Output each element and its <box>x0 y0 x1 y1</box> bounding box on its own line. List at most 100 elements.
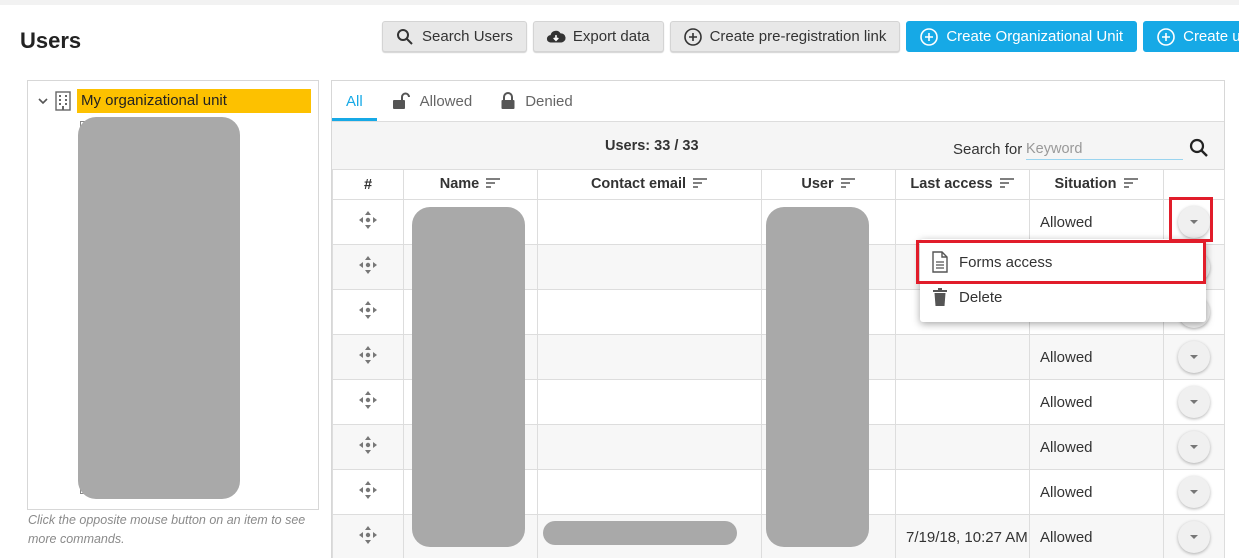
caret-down-icon <box>1190 445 1198 449</box>
create-user-label: Create user <box>1183 28 1239 45</box>
drag-handle[interactable] <box>332 514 404 558</box>
tab-denied-label: Denied <box>525 92 573 110</box>
document-icon <box>930 251 950 273</box>
create-prereg-link-label: Create pre-registration link <box>709 28 887 45</box>
search-users-button[interactable]: Search Users <box>382 21 527 52</box>
cell-last-access <box>895 199 1030 245</box>
col-situation[interactable]: Situation <box>1029 169 1164 200</box>
unlock-icon <box>391 92 411 110</box>
drag-handle[interactable] <box>332 289 404 335</box>
keyword-search-input[interactable] <box>1026 138 1183 160</box>
tree-node-root[interactable]: My organizational unit <box>36 89 311 113</box>
cell-last-access: 7/19/18, 10:27 AM <box>895 514 1030 558</box>
cell-last-access <box>895 379 1030 425</box>
cell-email <box>537 379 762 425</box>
cell-situation: Allowed <box>1029 514 1164 558</box>
cell-situation: Allowed <box>1029 379 1164 425</box>
menu-item-delete[interactable]: Delete <box>930 282 1002 312</box>
row-menu-button[interactable] <box>1178 386 1210 418</box>
row-menu-button[interactable] <box>1178 476 1210 508</box>
cell-actions <box>1163 469 1225 515</box>
move-icon[interactable] <box>358 255 378 275</box>
sort-icon[interactable] <box>485 177 501 193</box>
tab-all[interactable]: All <box>332 81 377 121</box>
trash-icon <box>930 288 950 306</box>
cell-last-access <box>895 424 1030 470</box>
tree-hint-text: Click the opposite mouse button on an it… <box>28 513 306 546</box>
table-header-row: # Name Contact email User Last access Si… <box>332 169 1225 200</box>
move-icon[interactable] <box>358 525 378 545</box>
cell-last-access <box>895 334 1030 380</box>
cell-email <box>537 334 762 380</box>
caret-down-icon <box>1190 220 1198 224</box>
row-menu-button[interactable] <box>1178 521 1210 553</box>
row-menu-button[interactable] <box>1178 431 1210 463</box>
col-last-access[interactable]: Last access <box>895 169 1030 200</box>
tab-allowed[interactable]: Allowed <box>377 81 487 121</box>
row-menu-button[interactable] <box>1178 341 1210 373</box>
cloud-download-icon <box>546 27 566 47</box>
sort-icon[interactable] <box>999 177 1015 193</box>
drag-handle[interactable] <box>332 199 404 245</box>
menu-item-label: Forms access <box>959 253 1053 271</box>
cell-email <box>537 424 762 470</box>
create-org-unit-label: Create Organizational Unit <box>946 28 1124 45</box>
tree-node-label[interactable]: My organizational unit <box>77 89 311 113</box>
cell-actions <box>1163 334 1225 380</box>
cell-actions <box>1163 379 1225 425</box>
export-data-label: Export data <box>572 28 650 45</box>
cell-situation: Allowed <box>1029 469 1164 515</box>
row-context-menu: Forms access Delete <box>920 239 1206 322</box>
redacted-email <box>543 521 737 545</box>
lock-icon <box>500 92 516 110</box>
create-org-unit-button[interactable]: Create Organizational Unit <box>906 21 1138 52</box>
redacted-users <box>766 207 869 547</box>
search-icon <box>395 27 415 47</box>
grid-header-bar: Users: 33 / 33 Search for <box>332 121 1224 169</box>
cell-actions <box>1163 199 1225 245</box>
chevron-down-icon[interactable] <box>36 94 50 108</box>
menu-item-forms-access[interactable]: Forms access <box>930 247 1052 277</box>
move-icon[interactable] <box>358 435 378 455</box>
create-prereg-link-button[interactable]: Create pre-registration link <box>669 21 901 52</box>
top-border <box>0 0 1239 5</box>
drag-handle[interactable] <box>332 244 404 290</box>
move-icon[interactable] <box>358 300 378 320</box>
export-data-button[interactable]: Export data <box>532 21 664 52</box>
tab-all-label: All <box>346 92 363 110</box>
cell-last-access <box>895 469 1030 515</box>
page-title: Users <box>20 28 82 53</box>
drag-handle[interactable] <box>332 379 404 425</box>
sort-icon[interactable] <box>1123 177 1139 193</box>
col-name[interactable]: Name <box>403 169 538 200</box>
drag-handle[interactable] <box>332 334 404 380</box>
move-icon[interactable] <box>358 210 378 230</box>
plus-circle-icon <box>1156 27 1176 47</box>
menu-item-label: Delete <box>959 288 1003 306</box>
caret-down-icon <box>1190 490 1198 494</box>
search-users-label: Search Users <box>422 28 513 45</box>
col-number: # <box>332 169 404 200</box>
redacted-names <box>412 207 525 547</box>
toolbar: Search Users Export data Create pre-regi… <box>382 21 1239 52</box>
search-icon[interactable] <box>1187 136 1211 160</box>
col-contact-email[interactable]: Contact email <box>537 169 762 200</box>
caret-down-icon <box>1190 535 1198 539</box>
move-icon[interactable] <box>358 345 378 365</box>
move-icon[interactable] <box>358 390 378 410</box>
move-icon[interactable] <box>358 480 378 500</box>
col-user[interactable]: User <box>761 169 896 200</box>
cell-situation: Allowed <box>1029 424 1164 470</box>
sort-icon[interactable] <box>692 177 708 193</box>
tab-allowed-label: Allowed <box>419 92 473 110</box>
plus-circle-icon <box>683 27 703 47</box>
drag-handle[interactable] <box>332 424 404 470</box>
caret-down-icon <box>1190 400 1198 404</box>
row-menu-button[interactable] <box>1178 206 1210 238</box>
filter-tabs: All Allowed Denied <box>332 81 1224 121</box>
drag-handle[interactable] <box>332 469 404 515</box>
create-user-button[interactable]: Create user <box>1143 21 1239 52</box>
sort-icon[interactable] <box>840 177 856 193</box>
cell-email <box>537 469 762 515</box>
tab-denied[interactable]: Denied <box>486 81 587 121</box>
